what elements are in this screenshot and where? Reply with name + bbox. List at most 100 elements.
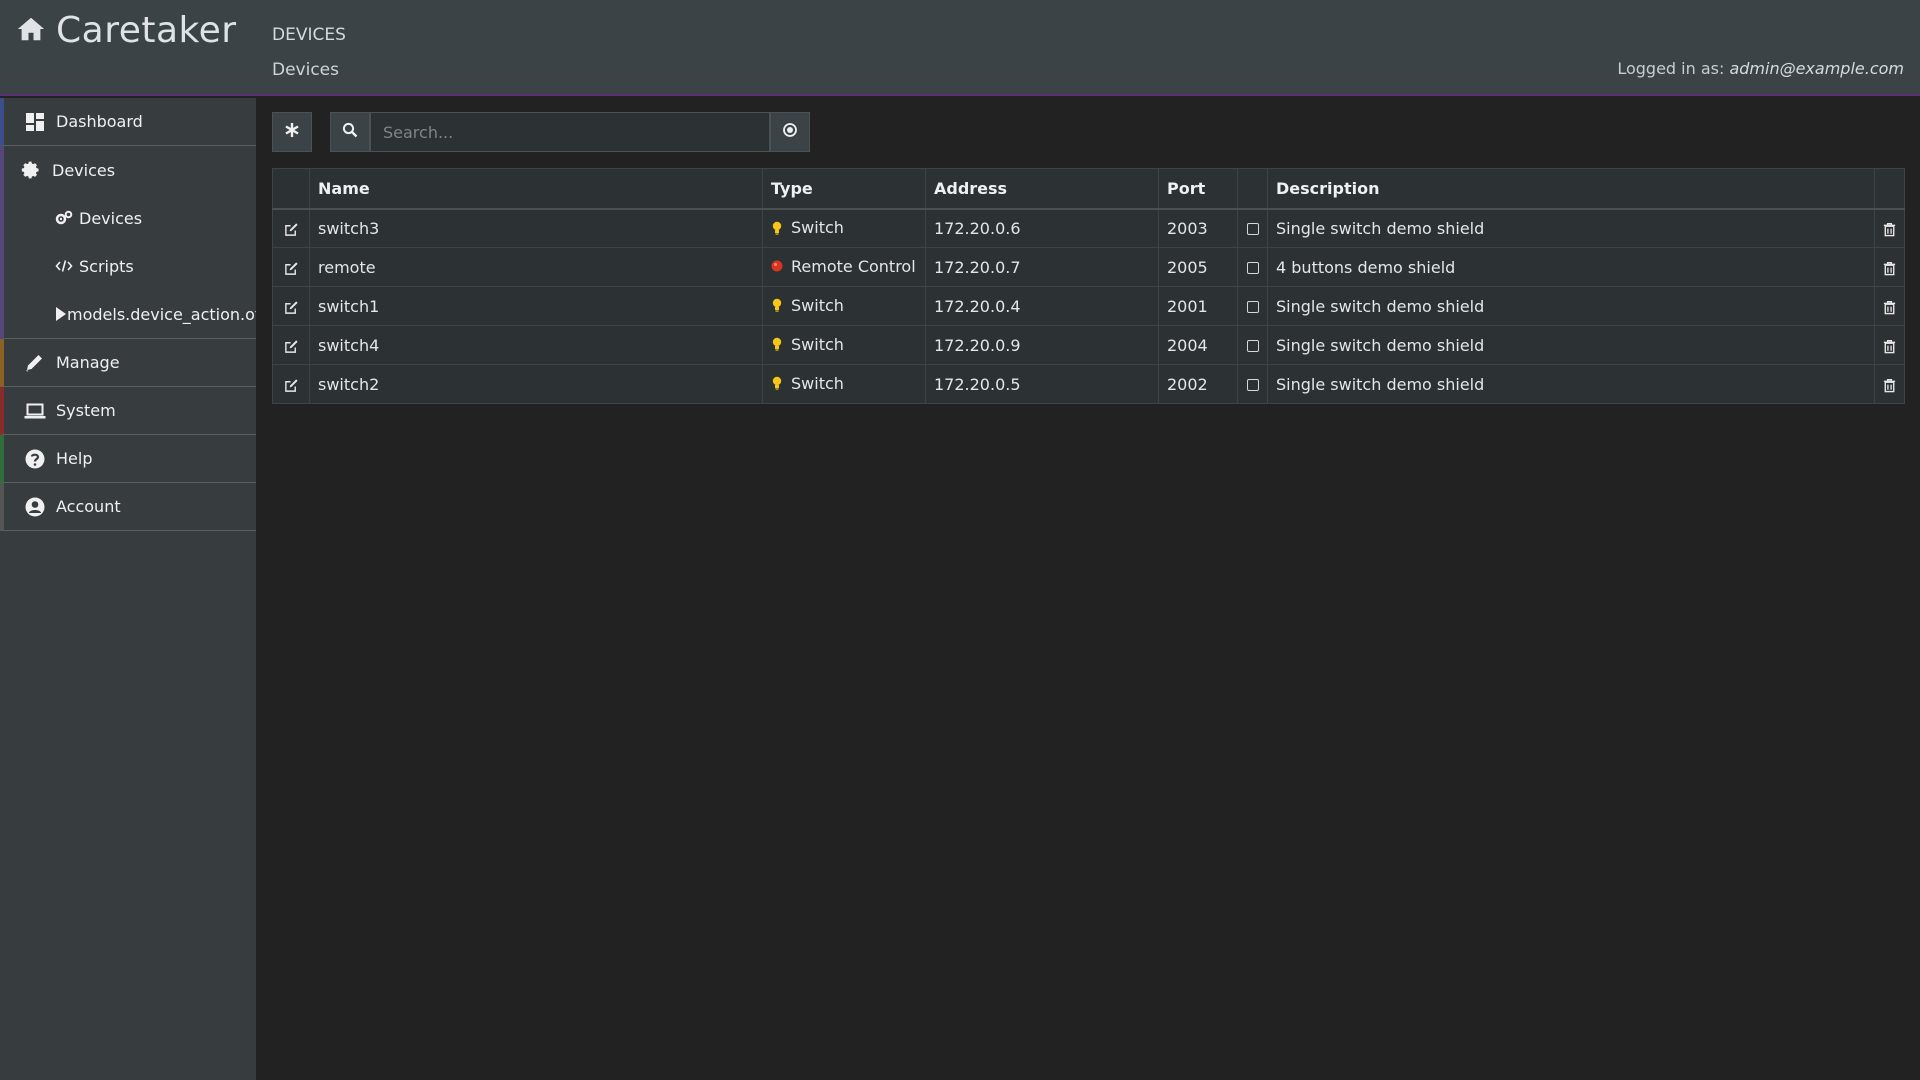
breadcrumb[interactable]: Devices (272, 60, 339, 80)
laptop-icon (24, 401, 46, 421)
edit-button[interactable] (272, 247, 310, 287)
row-select-checkbox[interactable] (1237, 247, 1268, 287)
devices-table-wrapper: Name Type Address Port Description switc… (272, 168, 1905, 404)
row-select-checkbox[interactable] (1237, 208, 1268, 248)
device-address: 172.20.0.4 (925, 286, 1159, 326)
sidebar-item-label: Manage (56, 353, 120, 372)
sidebar-item-manage[interactable]: Manage (0, 339, 256, 387)
edit-button[interactable] (272, 286, 310, 326)
edit-button[interactable] (272, 208, 310, 248)
asterisk-icon (284, 122, 300, 142)
sidebar-item-devices[interactable]: Devices (4, 146, 256, 194)
checkbox-icon (1246, 223, 1259, 236)
sidebar-subitem-label: Devices (79, 208, 143, 228)
column-header-address[interactable]: Address (925, 168, 1159, 210)
sidebar-item-system[interactable]: System (0, 387, 256, 435)
trash-icon (1882, 219, 1897, 238)
trash-icon (1882, 258, 1897, 277)
column-header-description[interactable]: Description (1267, 168, 1875, 210)
sidebar-item-dashboard[interactable]: Dashboard (0, 98, 256, 146)
clear-search-button[interactable] (770, 112, 810, 152)
lightbulb-icon (771, 298, 783, 313)
sidebar-item-label: System (56, 401, 116, 420)
user-circle-icon (24, 497, 46, 517)
edit-icon (284, 336, 299, 355)
delete-button[interactable] (1874, 247, 1905, 287)
search-icon (342, 122, 358, 142)
page-title: DEVICES (272, 25, 346, 45)
delete-button[interactable] (1874, 208, 1905, 248)
device-port: 2002 (1158, 364, 1238, 404)
dashboard-icon (24, 112, 46, 132)
sidebar-subitem-label: models.device_action.other (67, 304, 256, 324)
row-select-checkbox[interactable] (1237, 364, 1268, 404)
lightbulb-icon (771, 337, 783, 352)
row-select-checkbox[interactable] (1237, 325, 1268, 365)
delete-button[interactable] (1874, 286, 1905, 326)
column-header-name[interactable]: Name (309, 168, 763, 210)
delete-button[interactable] (1874, 325, 1905, 365)
sidebar-subitem-scripts[interactable]: Scripts (4, 242, 256, 290)
trash-icon (1882, 375, 1897, 394)
device-name[interactable]: switch2 (309, 364, 763, 404)
logged-in-label: Logged in as: (1617, 59, 1725, 78)
device-type: Remote Control (762, 247, 926, 287)
column-header-type[interactable]: Type (762, 168, 926, 210)
table-row[interactable]: switch1 Switch 172.20.0.4 2001 Single sw… (272, 286, 1905, 326)
clear-circle-icon (782, 122, 798, 142)
sidebar-item-account[interactable]: Account (0, 483, 256, 531)
device-port: 2001 (1158, 286, 1238, 326)
table-row[interactable]: switch3 Switch 172.20.0.6 2003 Single sw… (272, 208, 1905, 248)
app-name: Caretaker (56, 10, 237, 51)
brand[interactable]: Caretaker (16, 10, 237, 51)
gear-icon (20, 160, 42, 180)
search-button[interactable] (330, 112, 370, 152)
device-address: 172.20.0.7 (925, 247, 1159, 287)
device-description: Single switch demo shield (1267, 208, 1875, 248)
table-row[interactable]: remote Remote Control 172.20.0.7 2005 4 … (272, 247, 1905, 287)
device-address: 172.20.0.9 (925, 325, 1159, 365)
edit-button[interactable] (272, 325, 310, 365)
edit-icon (284, 219, 299, 238)
logged-in-info: Logged in as: admin@example.com (1617, 59, 1904, 78)
table-row[interactable]: switch2 Switch 172.20.0.5 2002 Single sw… (272, 364, 1905, 404)
device-name[interactable]: switch3 (309, 208, 763, 248)
column-header-port[interactable]: Port (1158, 168, 1238, 210)
device-name[interactable]: switch4 (309, 325, 763, 365)
sidebar-item-label: Dashboard (56, 112, 143, 131)
edit-icon (284, 297, 299, 316)
search-input[interactable] (370, 112, 770, 152)
sidebar-subitem-devices[interactable]: Devices (4, 194, 256, 242)
logged-in-user: admin@example.com (1729, 59, 1904, 78)
table-header-row: Name Type Address Port Description (272, 168, 1905, 210)
edit-button[interactable] (272, 364, 310, 404)
pencil-icon (24, 353, 46, 373)
question-icon (24, 449, 46, 469)
device-type: Switch (762, 208, 926, 248)
device-description: 4 buttons demo shield (1267, 247, 1875, 287)
device-port: 2004 (1158, 325, 1238, 365)
red-dot-icon (771, 259, 783, 273)
device-address: 172.20.0.6 (925, 208, 1159, 248)
top-header: Caretaker DEVICES Devices Logged in as: … (0, 0, 1920, 96)
device-description: Single switch demo shield (1267, 325, 1875, 365)
checkbox-icon (1246, 262, 1259, 274)
toggle-all-button[interactable] (272, 112, 312, 152)
device-description: Single switch demo shield (1267, 286, 1875, 326)
delete-button[interactable] (1874, 364, 1905, 404)
gears-icon (55, 210, 73, 226)
table-row[interactable]: switch4 Switch 172.20.0.9 2004 Single sw… (272, 325, 1905, 365)
sidebar-subitem-label: Scripts (79, 256, 134, 276)
row-select-checkbox[interactable] (1237, 286, 1268, 326)
column-header-edit (272, 168, 310, 210)
device-type-label: Switch (791, 373, 844, 393)
device-name[interactable]: switch1 (309, 286, 763, 326)
sidebar-subitem-actions[interactable]: models.device_action.other (4, 290, 256, 338)
sidebar-item-label: Help (56, 449, 93, 468)
sidebar-item-help[interactable]: Help (0, 435, 256, 483)
device-description: Single switch demo shield (1267, 364, 1875, 404)
device-name[interactable]: remote (309, 247, 763, 287)
device-type: Switch (762, 325, 926, 365)
device-type-label: Switch (791, 334, 844, 354)
trash-icon (1882, 336, 1897, 355)
